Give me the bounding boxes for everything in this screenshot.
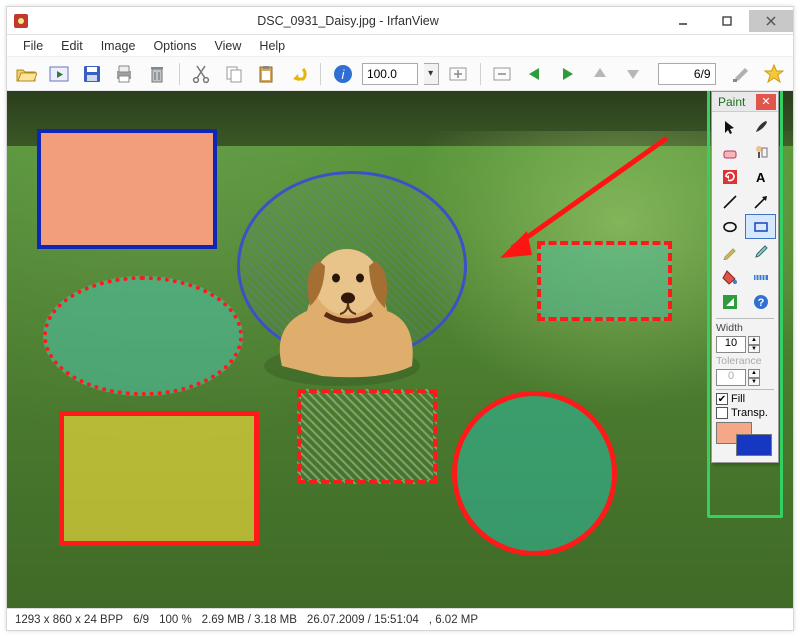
circle-annotation [452, 391, 617, 556]
menu-view[interactable]: View [207, 38, 250, 54]
copy-icon[interactable] [220, 60, 247, 88]
line-tool-icon[interactable] [714, 189, 745, 214]
rectangle-tool-icon[interactable] [745, 214, 776, 239]
tolerance-label: Tolerance [712, 354, 778, 368]
toolbar-divider [320, 63, 321, 85]
width-input[interactable]: 10 [716, 336, 746, 353]
toolbar-divider [179, 63, 180, 85]
tolerance-input: 0 [716, 369, 746, 386]
arrow-annotation [492, 133, 672, 263]
statusbar: 1293 x 860 x 24 BPP 6/9 100 % 2.69 MB / … [7, 608, 793, 630]
toolbar-divider [480, 63, 481, 85]
fill-label: Fill [731, 393, 745, 405]
paint-panel-title[interactable]: Paint ✕ [712, 92, 778, 112]
eraser-tool-icon[interactable] [714, 139, 745, 164]
zoom-dropdown[interactable]: ▾ [424, 63, 439, 85]
up-arrow-icon[interactable] [587, 60, 614, 88]
maximize-button[interactable] [705, 10, 749, 32]
width-spinner[interactable]: ▲▼ [748, 336, 760, 353]
rectangle-annotation [297, 389, 437, 484]
fill-tool-icon[interactable] [714, 264, 745, 289]
image-counter[interactable]: 6/9 [658, 63, 716, 85]
prev-image-icon[interactable] [521, 60, 548, 88]
info-icon[interactable]: i [329, 60, 356, 88]
window-title: DSC_0931_Daisy.jpg - IrfanView [35, 14, 661, 28]
titlebar: DSC_0931_Daisy.jpg - IrfanView [7, 7, 793, 35]
zoom-input[interactable]: 100.0 [362, 63, 418, 85]
open-icon[interactable] [13, 60, 40, 88]
status-dimensions: 1293 x 860 x 24 BPP [15, 614, 123, 626]
dog-illustration [262, 216, 422, 386]
image-canvas[interactable]: Paint ✕ A ? Widt [7, 91, 793, 608]
paint-title-label: Paint [718, 95, 745, 109]
width-label: Width [712, 321, 778, 335]
status-zoom: 100 % [159, 614, 192, 626]
zoom-out-icon[interactable] [489, 60, 516, 88]
slideshow-icon[interactable] [46, 60, 73, 88]
background-color-swatch[interactable] [736, 434, 772, 456]
undo-icon[interactable] [286, 60, 313, 88]
app-window: DSC_0931_Daisy.jpg - IrfanView File Edit… [6, 6, 794, 631]
text-tool-icon[interactable]: A [745, 164, 776, 189]
status-counter: 6/9 [133, 614, 149, 626]
tolerance-spinner: ▲▼ [748, 369, 760, 386]
eyedropper-tool-icon[interactable] [745, 239, 776, 264]
paste-icon[interactable] [253, 60, 280, 88]
pencil-tool-icon[interactable] [714, 239, 745, 264]
svg-text:A: A [756, 170, 766, 185]
paint-close-button[interactable]: ✕ [756, 94, 776, 110]
settings-icon[interactable] [728, 60, 755, 88]
straighten-tool-icon[interactable] [745, 264, 776, 289]
window-controls [661, 10, 793, 32]
transp-label: Transp. [731, 407, 768, 419]
zoom-in-icon[interactable] [445, 60, 472, 88]
fill-checkbox[interactable]: ✔ [716, 393, 728, 405]
close-button[interactable] [749, 10, 793, 32]
status-datetime: 26.07.2009 / 15:51:04 [307, 614, 419, 626]
menu-edit[interactable]: Edit [53, 38, 91, 54]
ellipse-annotation [43, 276, 243, 396]
delete-icon[interactable] [144, 60, 171, 88]
print-icon[interactable] [111, 60, 138, 88]
rectangle-annotation [37, 129, 217, 249]
minimize-button[interactable] [661, 10, 705, 32]
svg-text:?: ? [757, 297, 764, 309]
app-icon [13, 13, 29, 29]
menubar: File Edit Image Options View Help [7, 35, 793, 57]
transp-checkbox[interactable] [716, 407, 728, 419]
brush-tool-icon[interactable] [745, 114, 776, 139]
arrow-tool-icon[interactable] [745, 189, 776, 214]
select-tool-icon[interactable] [714, 114, 745, 139]
save-icon[interactable] [78, 60, 105, 88]
rectangle-annotation [59, 411, 259, 546]
rotate-tool-icon[interactable] [714, 164, 745, 189]
menu-help[interactable]: Help [251, 38, 293, 54]
toolbar: i 100.0 ▾ 6/9 [7, 57, 793, 91]
next-image-icon[interactable] [554, 60, 581, 88]
favorite-icon[interactable] [760, 60, 787, 88]
menu-options[interactable]: Options [145, 38, 204, 54]
status-sizes: 2.69 MB / 3.18 MB [202, 614, 297, 626]
cut-icon[interactable] [187, 60, 214, 88]
color-swatches [716, 422, 774, 458]
measure-tool-icon[interactable] [714, 289, 745, 314]
menu-image[interactable]: Image [93, 38, 144, 54]
menu-file[interactable]: File [15, 38, 51, 54]
clone-tool-icon[interactable] [745, 139, 776, 164]
help-tool-icon[interactable]: ? [745, 289, 776, 314]
down-arrow-icon[interactable] [619, 60, 646, 88]
status-megapixels: , 6.02 MP [429, 614, 478, 626]
ellipse-tool-icon[interactable] [714, 214, 745, 239]
paint-panel: Paint ✕ A ? Widt [711, 91, 779, 463]
